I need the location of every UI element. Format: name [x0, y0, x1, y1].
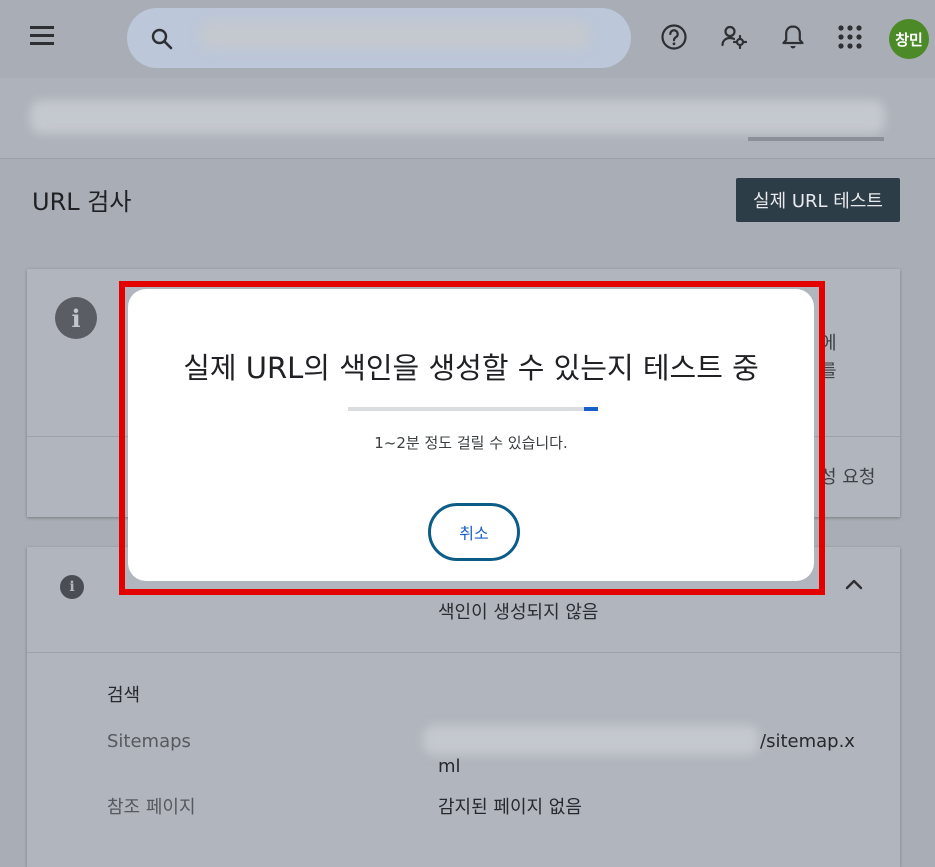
- redacted-url-text: [30, 100, 885, 134]
- apps-grid-icon[interactable]: [836, 23, 864, 51]
- page-title: URL 검사: [32, 188, 132, 216]
- page-indexing-card: i 색인이 생성되지 않음 검색 Sitemaps /sitemap.x ml …: [27, 547, 900, 867]
- redacted-search-text: [200, 20, 590, 50]
- referring-page-label: 참조 페이지: [107, 797, 196, 818]
- help-icon[interactable]: [660, 23, 688, 51]
- redacted-sitemap-url: [423, 725, 759, 755]
- inspected-url-bar[interactable]: [0, 78, 935, 159]
- sitemaps-value-continued[interactable]: ml: [438, 756, 461, 777]
- cancel-button[interactable]: 취소: [428, 503, 520, 561]
- info-icon: i: [55, 297, 97, 339]
- sitemaps-value[interactable]: /sitemap.x: [760, 731, 855, 752]
- menu-icon[interactable]: [30, 26, 54, 48]
- top-bar: 창민: [0, 0, 935, 78]
- url-bar-indicator: [748, 137, 884, 141]
- dialog-subtitle: 1~2분 정도 걸릴 수 있습니다.: [374, 434, 568, 452]
- chevron-up-icon[interactable]: [843, 577, 865, 591]
- user-settings-icon[interactable]: [720, 23, 748, 51]
- live-url-test-button[interactable]: 실제 URL 테스트: [736, 178, 900, 222]
- avatar[interactable]: 창민: [889, 19, 929, 59]
- request-indexing-link[interactable]: 성 요청: [820, 463, 875, 489]
- sitemaps-label: Sitemaps: [107, 731, 191, 752]
- referring-page-value: 감지된 페이지 없음: [438, 797, 582, 818]
- live-test-dialog: 실제 URL의 색인을 생성할 수 있는지 테스트 중 1~2분 정도 걸릴 수…: [128, 289, 814, 581]
- bell-icon[interactable]: [779, 23, 807, 51]
- search-icon: [151, 28, 173, 50]
- divider: [27, 652, 900, 653]
- progress-indicator: [584, 407, 598, 411]
- dialog-title: 실제 URL의 색인을 생성할 수 있는지 테스트 중: [183, 351, 759, 385]
- info-icon: i: [60, 575, 84, 599]
- section-heading-search: 검색: [107, 685, 141, 706]
- progress-bar: [348, 407, 598, 411]
- indexing-status-value: 색인이 생성되지 않음: [438, 602, 599, 623]
